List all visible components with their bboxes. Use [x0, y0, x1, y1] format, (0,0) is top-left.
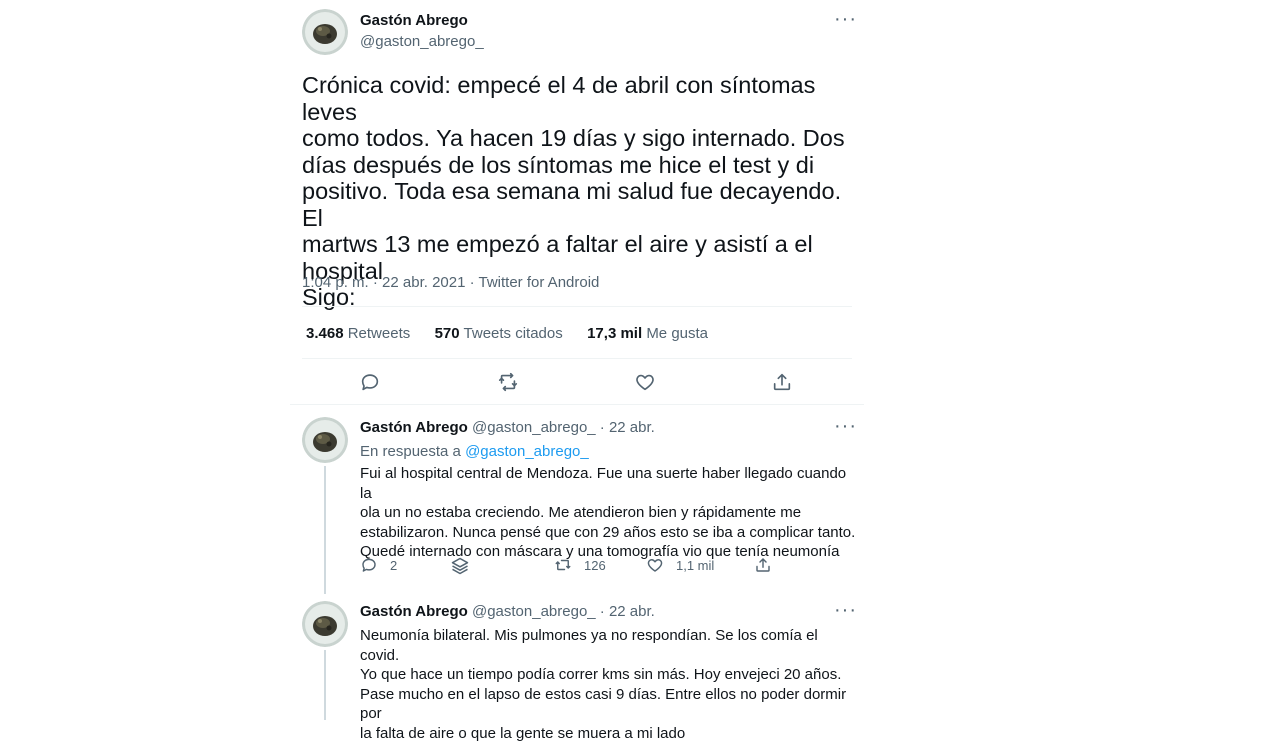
- thread-line: [324, 650, 326, 720]
- reply-avatar[interactable]: [302, 601, 348, 647]
- retweet-count: 126: [584, 558, 606, 573]
- divider: [302, 358, 852, 359]
- quotes-count: 570: [434, 325, 460, 342]
- avatar-image: [302, 601, 348, 647]
- reply-prefix: En respuesta a: [360, 443, 466, 460]
- retweets-label: Retweets: [347, 325, 411, 342]
- retweets-count: 3.468: [306, 325, 344, 342]
- thread-line: [324, 466, 326, 594]
- avatar-image: [302, 417, 348, 463]
- author-name[interactable]: Gastón Abrego: [360, 12, 468, 29]
- tweet-meta[interactable]: 1:04 p. m. · 22 abr. 2021 · Twitter for …: [302, 274, 599, 291]
- reply-handle-date[interactable]: @gaston_abrego_ · 22 abr.: [472, 419, 655, 436]
- in-reply-to: En respuesta a @gaston_abrego_: [360, 443, 589, 460]
- more-options-icon[interactable]: ···: [834, 600, 857, 620]
- reply-icon[interactable]: [359, 371, 381, 393]
- share-icon[interactable]: [771, 371, 793, 393]
- heart-icon[interactable]: [646, 556, 664, 574]
- quotes-label: Tweets citados: [463, 325, 563, 342]
- reply-to-link[interactable]: @gaston_abrego_: [465, 443, 589, 460]
- author-handle[interactable]: @gaston_abrego_: [360, 33, 484, 50]
- reply-avatar[interactable]: [302, 417, 348, 463]
- more-options-icon[interactable]: ···: [834, 9, 857, 29]
- retweet-icon[interactable]: [553, 556, 573, 574]
- reply-icon[interactable]: [360, 556, 378, 574]
- layers-icon[interactable]: [450, 556, 470, 576]
- likes-count: 17,3 mil: [587, 325, 643, 342]
- divider: [302, 306, 852, 307]
- more-options-icon[interactable]: ···: [834, 416, 857, 436]
- like-count: 1,1 mil: [676, 558, 715, 573]
- author-avatar[interactable]: [302, 9, 348, 55]
- reply-author-name[interactable]: Gastón Abrego: [360, 603, 468, 620]
- reply-header: Gastón Abrego @gaston_abrego_ · 22 abr.: [360, 603, 655, 620]
- reply-header: Gastón Abrego @gaston_abrego_ · 22 abr.: [360, 419, 655, 436]
- stats-bar: 3.468 Retweets 570 Tweets citados 17,3 m…: [306, 325, 708, 342]
- likes-stat[interactable]: 17,3 mil Me gusta: [587, 325, 708, 342]
- retweet-icon[interactable]: [497, 371, 519, 393]
- reply-text: Fui al hospital central de Mendoza. Fue …: [360, 465, 856, 560]
- reply-text: Neumonía bilateral. Mis pulmones ya no r…: [360, 627, 847, 742]
- heart-icon[interactable]: [634, 371, 656, 393]
- share-icon[interactable]: [754, 556, 772, 574]
- retweets-stat[interactable]: 3.468 Retweets: [306, 325, 410, 342]
- reply-author-name[interactable]: Gastón Abrego: [360, 419, 468, 436]
- quotes-stat[interactable]: 570 Tweets citados: [435, 325, 563, 342]
- divider: [290, 404, 864, 405]
- avatar-image: [302, 9, 348, 55]
- reply-count: 2: [390, 558, 398, 573]
- likes-label: Me gusta: [646, 325, 709, 342]
- reply-handle-date[interactable]: @gaston_abrego_ · 22 abr.: [472, 603, 655, 620]
